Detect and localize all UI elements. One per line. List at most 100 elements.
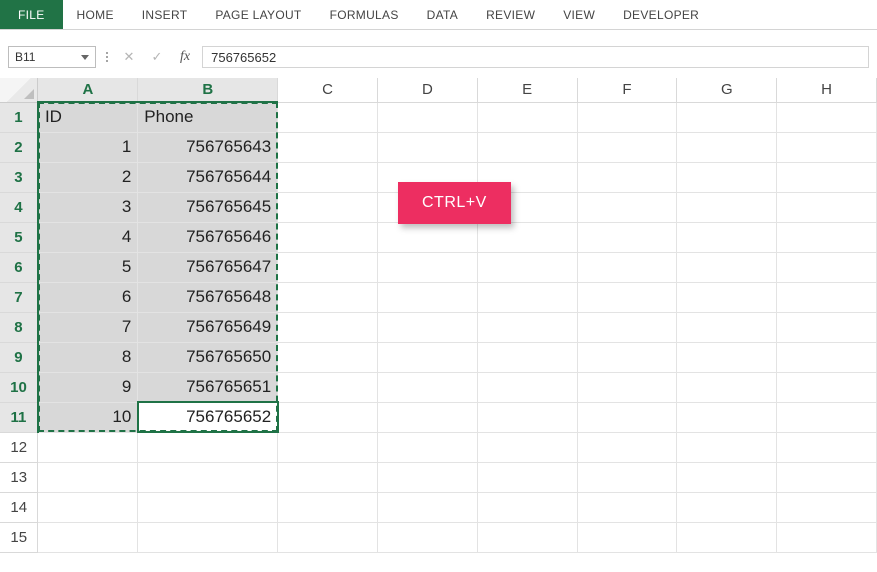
cell-H15[interactable]	[777, 522, 877, 552]
row-header-3[interactable]: 3	[0, 162, 38, 192]
cell-H10[interactable]	[777, 372, 877, 402]
row-header-4[interactable]: 4	[0, 192, 38, 222]
row-header-15[interactable]: 15	[0, 522, 38, 552]
ribbon-tab-page-layout[interactable]: PAGE LAYOUT	[201, 0, 315, 29]
cell-B12[interactable]	[138, 432, 278, 462]
cell-G6[interactable]	[677, 252, 777, 282]
cell-B10[interactable]: 756765651	[138, 372, 278, 402]
cell-H12[interactable]	[777, 432, 877, 462]
cell-F1[interactable]	[577, 102, 677, 132]
cell-C12[interactable]	[278, 432, 378, 462]
cell-G8[interactable]	[677, 312, 777, 342]
cell-B2[interactable]: 756765643	[138, 132, 278, 162]
cell-F12[interactable]	[577, 432, 677, 462]
cell-B1[interactable]: Phone	[138, 102, 278, 132]
cell-F7[interactable]	[577, 282, 677, 312]
cell-F13[interactable]	[577, 462, 677, 492]
cell-C11[interactable]	[278, 402, 378, 432]
column-header-G[interactable]: G	[677, 78, 777, 102]
cell-C13[interactable]	[278, 462, 378, 492]
worksheet[interactable]: ABCDEFGH1IDPhone217567656433275676564443…	[0, 78, 877, 553]
cell-C1[interactable]	[278, 102, 378, 132]
cell-F11[interactable]	[577, 402, 677, 432]
cell-A4[interactable]: 3	[38, 192, 138, 222]
select-all-corner[interactable]	[0, 78, 38, 102]
cell-A3[interactable]: 2	[38, 162, 138, 192]
ribbon-tab-developer[interactable]: DEVELOPER	[609, 0, 713, 29]
ribbon-tab-view[interactable]: VIEW	[549, 0, 609, 29]
cell-F10[interactable]	[577, 372, 677, 402]
cell-B8[interactable]: 756765649	[138, 312, 278, 342]
cell-F3[interactable]	[577, 162, 677, 192]
cell-B5[interactable]: 756765646	[138, 222, 278, 252]
cell-A5[interactable]: 4	[38, 222, 138, 252]
cell-H6[interactable]	[777, 252, 877, 282]
cell-E7[interactable]	[477, 282, 577, 312]
cell-F6[interactable]	[577, 252, 677, 282]
cell-A1[interactable]: ID	[38, 102, 138, 132]
cell-A12[interactable]	[38, 432, 138, 462]
cell-H3[interactable]	[777, 162, 877, 192]
row-header-7[interactable]: 7	[0, 282, 38, 312]
cell-D6[interactable]	[377, 252, 477, 282]
cell-G11[interactable]	[677, 402, 777, 432]
row-header-6[interactable]: 6	[0, 252, 38, 282]
cell-D7[interactable]	[377, 282, 477, 312]
cell-G5[interactable]	[677, 222, 777, 252]
cell-D5[interactable]	[377, 222, 477, 252]
cell-E9[interactable]	[477, 342, 577, 372]
cell-H5[interactable]	[777, 222, 877, 252]
cell-H4[interactable]	[777, 192, 877, 222]
cell-A13[interactable]	[38, 462, 138, 492]
cell-D2[interactable]	[377, 132, 477, 162]
cell-A7[interactable]: 6	[38, 282, 138, 312]
cell-A2[interactable]: 1	[38, 132, 138, 162]
ribbon-tab-review[interactable]: REVIEW	[472, 0, 549, 29]
cell-B6[interactable]: 756765647	[138, 252, 278, 282]
cell-H2[interactable]	[777, 132, 877, 162]
cell-G1[interactable]	[677, 102, 777, 132]
cell-G10[interactable]	[677, 372, 777, 402]
cell-C3[interactable]	[278, 162, 378, 192]
cell-E14[interactable]	[477, 492, 577, 522]
cell-H1[interactable]	[777, 102, 877, 132]
row-header-9[interactable]: 9	[0, 342, 38, 372]
cell-A15[interactable]	[38, 522, 138, 552]
cancel-icon[interactable]: ✕	[118, 46, 140, 68]
ribbon-tab-file[interactable]: FILE	[0, 0, 63, 29]
cell-C8[interactable]	[278, 312, 378, 342]
cell-D8[interactable]	[377, 312, 477, 342]
cell-H9[interactable]	[777, 342, 877, 372]
cell-G12[interactable]	[677, 432, 777, 462]
ribbon-tab-insert[interactable]: INSERT	[128, 0, 202, 29]
cell-B14[interactable]	[138, 492, 278, 522]
column-header-F[interactable]: F	[577, 78, 677, 102]
cell-A9[interactable]: 8	[38, 342, 138, 372]
cell-F2[interactable]	[577, 132, 677, 162]
kebab-icon[interactable]	[102, 52, 112, 62]
cell-F5[interactable]	[577, 222, 677, 252]
cell-C10[interactable]	[278, 372, 378, 402]
cell-C2[interactable]	[278, 132, 378, 162]
row-header-12[interactable]: 12	[0, 432, 38, 462]
cell-E10[interactable]	[477, 372, 577, 402]
cell-D13[interactable]	[377, 462, 477, 492]
row-header-13[interactable]: 13	[0, 462, 38, 492]
cell-D11[interactable]	[377, 402, 477, 432]
ribbon-tab-data[interactable]: DATA	[413, 0, 472, 29]
cell-E6[interactable]	[477, 252, 577, 282]
cell-F4[interactable]	[577, 192, 677, 222]
cell-G15[interactable]	[677, 522, 777, 552]
cell-D15[interactable]	[377, 522, 477, 552]
ribbon-tab-home[interactable]: HOME	[63, 0, 128, 29]
cell-C4[interactable]	[278, 192, 378, 222]
fx-icon[interactable]: fx	[174, 49, 196, 65]
cell-G13[interactable]	[677, 462, 777, 492]
column-header-E[interactable]: E	[477, 78, 577, 102]
cell-G2[interactable]	[677, 132, 777, 162]
cell-A6[interactable]: 5	[38, 252, 138, 282]
cell-B15[interactable]	[138, 522, 278, 552]
cell-G7[interactable]	[677, 282, 777, 312]
cell-B7[interactable]: 756765648	[138, 282, 278, 312]
cell-B9[interactable]: 756765650	[138, 342, 278, 372]
